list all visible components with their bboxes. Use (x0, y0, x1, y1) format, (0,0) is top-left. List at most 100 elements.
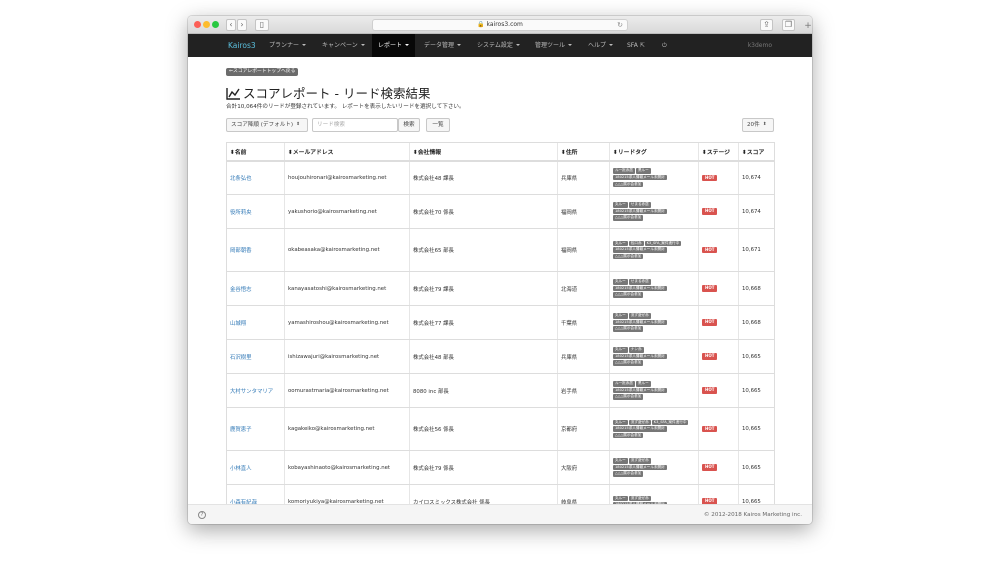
address-url: kairos3.com (486, 21, 523, 28)
lead-tags: 丸ルー せまる赤居180215求人情報メール未開封△△△展示会参加 (609, 271, 699, 306)
nav-data-management[interactable]: データ管理 (418, 34, 467, 57)
lead-tag-badge: △△△展示会参加 (613, 292, 644, 298)
column-header[interactable]: ⬍住所 (557, 142, 610, 162)
lead-stage: HOT (698, 407, 739, 451)
lead-email: yamashiroshou@kairosmarketing.net (284, 305, 410, 340)
lead-tag-badge: △△△展示会参加 (613, 471, 644, 477)
page-title: スコアレポート - リード検索結果 (226, 83, 430, 102)
lead-tag-badge: 黒ルー (635, 381, 651, 387)
brand-logo[interactable]: Kairos3 (228, 34, 256, 57)
lead-name-link[interactable]: 役所莉央 (226, 194, 285, 229)
user-name[interactable]: k3demo (748, 34, 772, 57)
close-window-button[interactable] (194, 21, 201, 28)
table-row[interactable]: 小林直人 kobayashinaoto@kairosmarketing.net 株式… (226, 450, 775, 485)
lead-tag-badge: 180215求人情報メール未開封 (613, 285, 667, 292)
lead-name-link[interactable]: 大村サンタマリア (226, 373, 285, 408)
nav-campaign[interactable]: キャンペーン (316, 34, 371, 57)
lead-tag-badge: せまる赤居 (628, 279, 651, 285)
list-button[interactable]: 一覧 (426, 118, 450, 132)
column-header[interactable]: ⬍リードタグ (609, 142, 699, 162)
lead-tag-badge: K3_SFA_案件進行中 (644, 240, 682, 247)
nav-system-settings[interactable]: システム設定 (471, 34, 526, 57)
column-header[interactable]: ⬍会社情報 (409, 142, 558, 162)
table-row[interactable]: 石沢樹里 ishizawajuri@kairosmarketing.net 株式会社… (226, 339, 775, 374)
zoom-window-button[interactable] (212, 21, 219, 28)
per-page-select[interactable]: 20件 ⬍ (742, 118, 774, 132)
table-row[interactable]: 金谷悟志 kanayasatoshi@kairosmarketing.net 株式会… (226, 271, 775, 306)
back-arrow-icon[interactable]: ‹ (226, 19, 236, 31)
stage-badge: HOT (702, 174, 718, 181)
chevron-down-icon (302, 44, 307, 46)
lead-tag-badge: 丸ルー (613, 202, 628, 208)
lead-stage: HOT (698, 373, 739, 408)
nav-help[interactable]: ヘルプ (582, 34, 619, 57)
lead-tag-badge: △△△展示会参加 (613, 181, 644, 188)
page-footer: ? © 2012-2018 Kairos Marketing inc. (188, 504, 812, 524)
table-row[interactable]: 北条弘也 houjouhironari@kairosmarketing.net 株式… (226, 160, 775, 195)
column-header-label: 会社情報 (417, 149, 442, 156)
lead-name-link[interactable]: 小林直人 (226, 450, 285, 485)
lead-address: 兵庫県 (557, 339, 610, 374)
chevron-down-icon (568, 44, 573, 46)
help-icon[interactable]: ? (198, 511, 206, 519)
lead-address: 福岡県 (557, 228, 610, 272)
lead-name-link[interactable]: 石沢樹里 (226, 339, 285, 374)
lead-score: 10,671 (738, 228, 775, 272)
lead-company: 株式会社48 部長 (409, 339, 558, 374)
lead-name-link[interactable]: 岡部朝香 (226, 228, 285, 272)
lead-tag-badge: 180215求人情報メール未開封 (613, 387, 667, 394)
lead-search-input[interactable]: リード検索 (312, 118, 398, 132)
new-tab-icon[interactable]: + (803, 20, 812, 32)
column-header[interactable]: ⬍名前 (226, 142, 285, 162)
column-header[interactable]: ⬍メールアドレス (284, 142, 410, 162)
nav-data-management-label: データ管理 (424, 42, 455, 49)
tabs-overview-icon[interactable]: ❐ (782, 19, 795, 31)
lead-name-link[interactable]: 山城翔 (226, 305, 285, 340)
line-chart-icon (226, 88, 240, 100)
lead-stage: HOT (698, 339, 739, 374)
back-to-score-report-button[interactable]: ⇐スコアレポートトップへ戻る (226, 68, 299, 76)
lead-address: 岩手県 (557, 373, 610, 408)
nav-report-label: レポート (378, 42, 403, 49)
minimize-window-button[interactable] (203, 21, 210, 28)
forward-arrow-icon[interactable]: › (237, 19, 247, 31)
lead-tag-badge: △△△展示会参加 (613, 432, 644, 439)
reload-icon[interactable]: ↻ (617, 20, 623, 30)
lead-tag-badge: 丸ルー (613, 347, 628, 353)
table-row[interactable]: 岡部朝香 okabeasaka@kairosmarketing.net 株式会社65… (226, 228, 775, 272)
lead-score: 10,665 (738, 407, 775, 451)
lead-tag-badge: 丸ルー (613, 495, 628, 501)
nav-planner[interactable]: プランナー (263, 34, 312, 57)
nav-system-settings-label: システム設定 (477, 42, 513, 49)
nav-sfa[interactable]: SFA ⇱ (621, 34, 651, 57)
lead-tag-badge: 丸ルー (613, 279, 628, 285)
table-row[interactable]: 鹿賀恵子 kagakeiko@kairosmarketing.net 株式会社56 … (226, 407, 775, 451)
column-header[interactable]: ⬍ステージ (698, 142, 739, 162)
sidebar-toggle-icon[interactable]: ▯ (255, 19, 269, 31)
power-icon[interactable]: ⏻ (656, 34, 673, 57)
lead-stage: HOT (698, 305, 739, 340)
lead-score: 10,674 (738, 194, 775, 229)
share-icon[interactable]: ⇪ (760, 19, 773, 31)
nav-admin-tools[interactable]: 管理ツール (529, 34, 578, 57)
nav-report[interactable]: レポート (372, 34, 416, 57)
lead-tags: 丸ルー 流ず遊ぜ赤 K3_SFA_案件進行中180215求人情報メール未開封△△△展… (609, 407, 699, 451)
table-row[interactable]: 山城翔 yamashiroshou@kairosmarketing.net 株式会社… (226, 305, 775, 340)
table-row[interactable]: 役所莉央 yakushorio@kairosmarketing.net 株式会社70… (226, 194, 775, 229)
lead-tags: 丸ルー 流ず遊ぜ赤180215求人情報メール未開封△△△展示会参加 (609, 450, 699, 485)
table-row[interactable]: 大村サンタマリア oomurastmaria@kairosmarketing.ne… (226, 373, 775, 408)
external-link-icon: ⇱ (639, 42, 645, 49)
lead-name-link[interactable]: 鹿賀恵子 (226, 407, 285, 451)
stage-badge: HOT (702, 285, 718, 292)
lead-address: 兵庫県 (557, 160, 610, 195)
lead-table: ⬍名前 ⬍メールアドレス ⬍会社情報 ⬍住所 ⬍リードタグ ⬍ステージ ⬍スコア… (226, 142, 775, 519)
search-button[interactable]: 検索 (398, 118, 420, 132)
lead-tag-badge: △△△展示会参加 (613, 215, 644, 221)
lead-name-link[interactable]: 北条弘也 (226, 160, 285, 195)
column-header[interactable]: ⬍スコア (738, 142, 775, 162)
sort-select[interactable]: スコア降順 (デフォルト) ⬍ (226, 118, 308, 132)
lead-name-link[interactable]: 金谷悟志 (226, 271, 285, 306)
lead-score: 10,665 (738, 339, 775, 374)
chevron-down-icon (360, 44, 365, 46)
address-bar[interactable]: 🔒 kairos3.com ↻ (372, 19, 628, 31)
